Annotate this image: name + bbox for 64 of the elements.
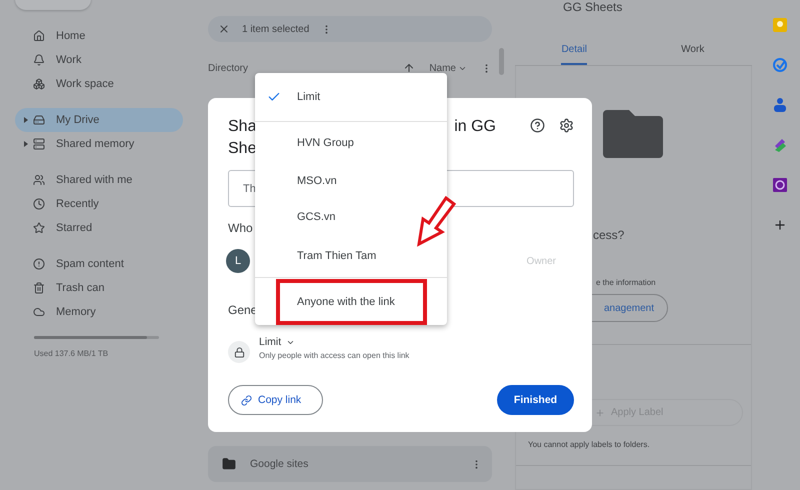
- menu-option[interactable]: HVN Group: [255, 122, 447, 163]
- sidebar-item[interactable]: Memory: [15, 300, 183, 324]
- copy-link-button[interactable]: Copy link: [228, 385, 323, 415]
- sidebar-item[interactable]: Recently: [15, 192, 183, 216]
- access-note: e the information: [596, 278, 657, 287]
- settings-icon[interactable]: [559, 118, 574, 133]
- sidebar-item[interactable]: Work space: [15, 72, 183, 96]
- plus-icon: [595, 408, 605, 418]
- add-icon[interactable]: [773, 218, 787, 232]
- menu-option[interactable]: Limit: [255, 73, 447, 121]
- addon-icon[interactable]: [773, 178, 787, 192]
- expand-caret-icon[interactable]: [24, 117, 28, 123]
- people-heading: Who: [228, 221, 254, 235]
- folder-icon: [603, 110, 663, 158]
- lock-icon: [228, 341, 250, 363]
- sidebar-icon: [33, 138, 45, 150]
- sort-menu[interactable]: Name: [429, 62, 467, 74]
- finished-button[interactable]: Finished: [497, 385, 574, 415]
- avatar: L: [226, 249, 250, 273]
- dialog-title: Sha: [228, 117, 256, 137]
- role-text: Owner: [526, 256, 556, 266]
- expand-caret-icon[interactable]: [24, 141, 28, 147]
- sidebar-icon: [33, 78, 45, 90]
- list-title: Directory: [208, 62, 250, 74]
- folder-icon: [222, 457, 236, 471]
- sidebar-item[interactable]: Home: [15, 24, 183, 48]
- link-icon: [241, 394, 252, 406]
- sidebar-icon: [33, 114, 45, 126]
- access-heading: cess?: [593, 228, 626, 242]
- details-tab[interactable]: Detail: [515, 44, 634, 65]
- storage-text: Used 137.6 MB/1 TB: [34, 349, 110, 358]
- dialog-title: in GG: [454, 117, 496, 137]
- scrollbar-thumb[interactable]: [499, 48, 504, 75]
- sidebar-item[interactable]: Shared with me: [15, 168, 183, 192]
- sidebar-item[interactable]: Shared memory: [15, 132, 183, 156]
- sidebar-icon: [33, 54, 45, 66]
- sidebar-item[interactable]: My Drive: [15, 108, 183, 132]
- sidebar-item[interactable]: Trash can: [15, 276, 183, 300]
- menu-option[interactable]: Anyone with the link: [255, 278, 447, 325]
- label-note: You cannot apply labels to folders.: [528, 440, 651, 449]
- access-dropdown[interactable]: Limit: [259, 336, 410, 348]
- sidebar-icon: [33, 174, 45, 186]
- sidebar-icon: [33, 306, 45, 318]
- details-title: GG Sheets: [563, 0, 624, 14]
- access-description: Only people with access can open this link: [259, 351, 410, 360]
- menu-option[interactable]: MSO.vn: [255, 163, 447, 199]
- sidebar-item[interactable]: Work: [15, 48, 183, 72]
- sidebar-item[interactable]: Starred: [15, 216, 183, 240]
- sidebar-icon: [33, 222, 45, 234]
- sidebar-icon: [33, 282, 45, 294]
- sidebar-icon: [33, 30, 45, 42]
- person-icon[interactable]: [774, 98, 786, 112]
- sort-arrow-icon[interactable]: [403, 62, 416, 74]
- menu-option[interactable]: Tram Thien Tam: [255, 235, 447, 277]
- dialog-title: She: [228, 139, 256, 159]
- details-tab[interactable]: Work: [634, 44, 752, 65]
- sidebar-item[interactable]: Spam content: [15, 252, 183, 276]
- close-icon[interactable]: [218, 23, 230, 35]
- file-row[interactable]: Google sites: [208, 446, 492, 482]
- addon-icon[interactable]: [773, 138, 787, 152]
- help-icon[interactable]: [530, 118, 545, 133]
- sidebar-icon: [33, 198, 45, 210]
- selection-count: 1 item selected: [242, 24, 310, 34]
- sidebar-icon: [33, 258, 45, 270]
